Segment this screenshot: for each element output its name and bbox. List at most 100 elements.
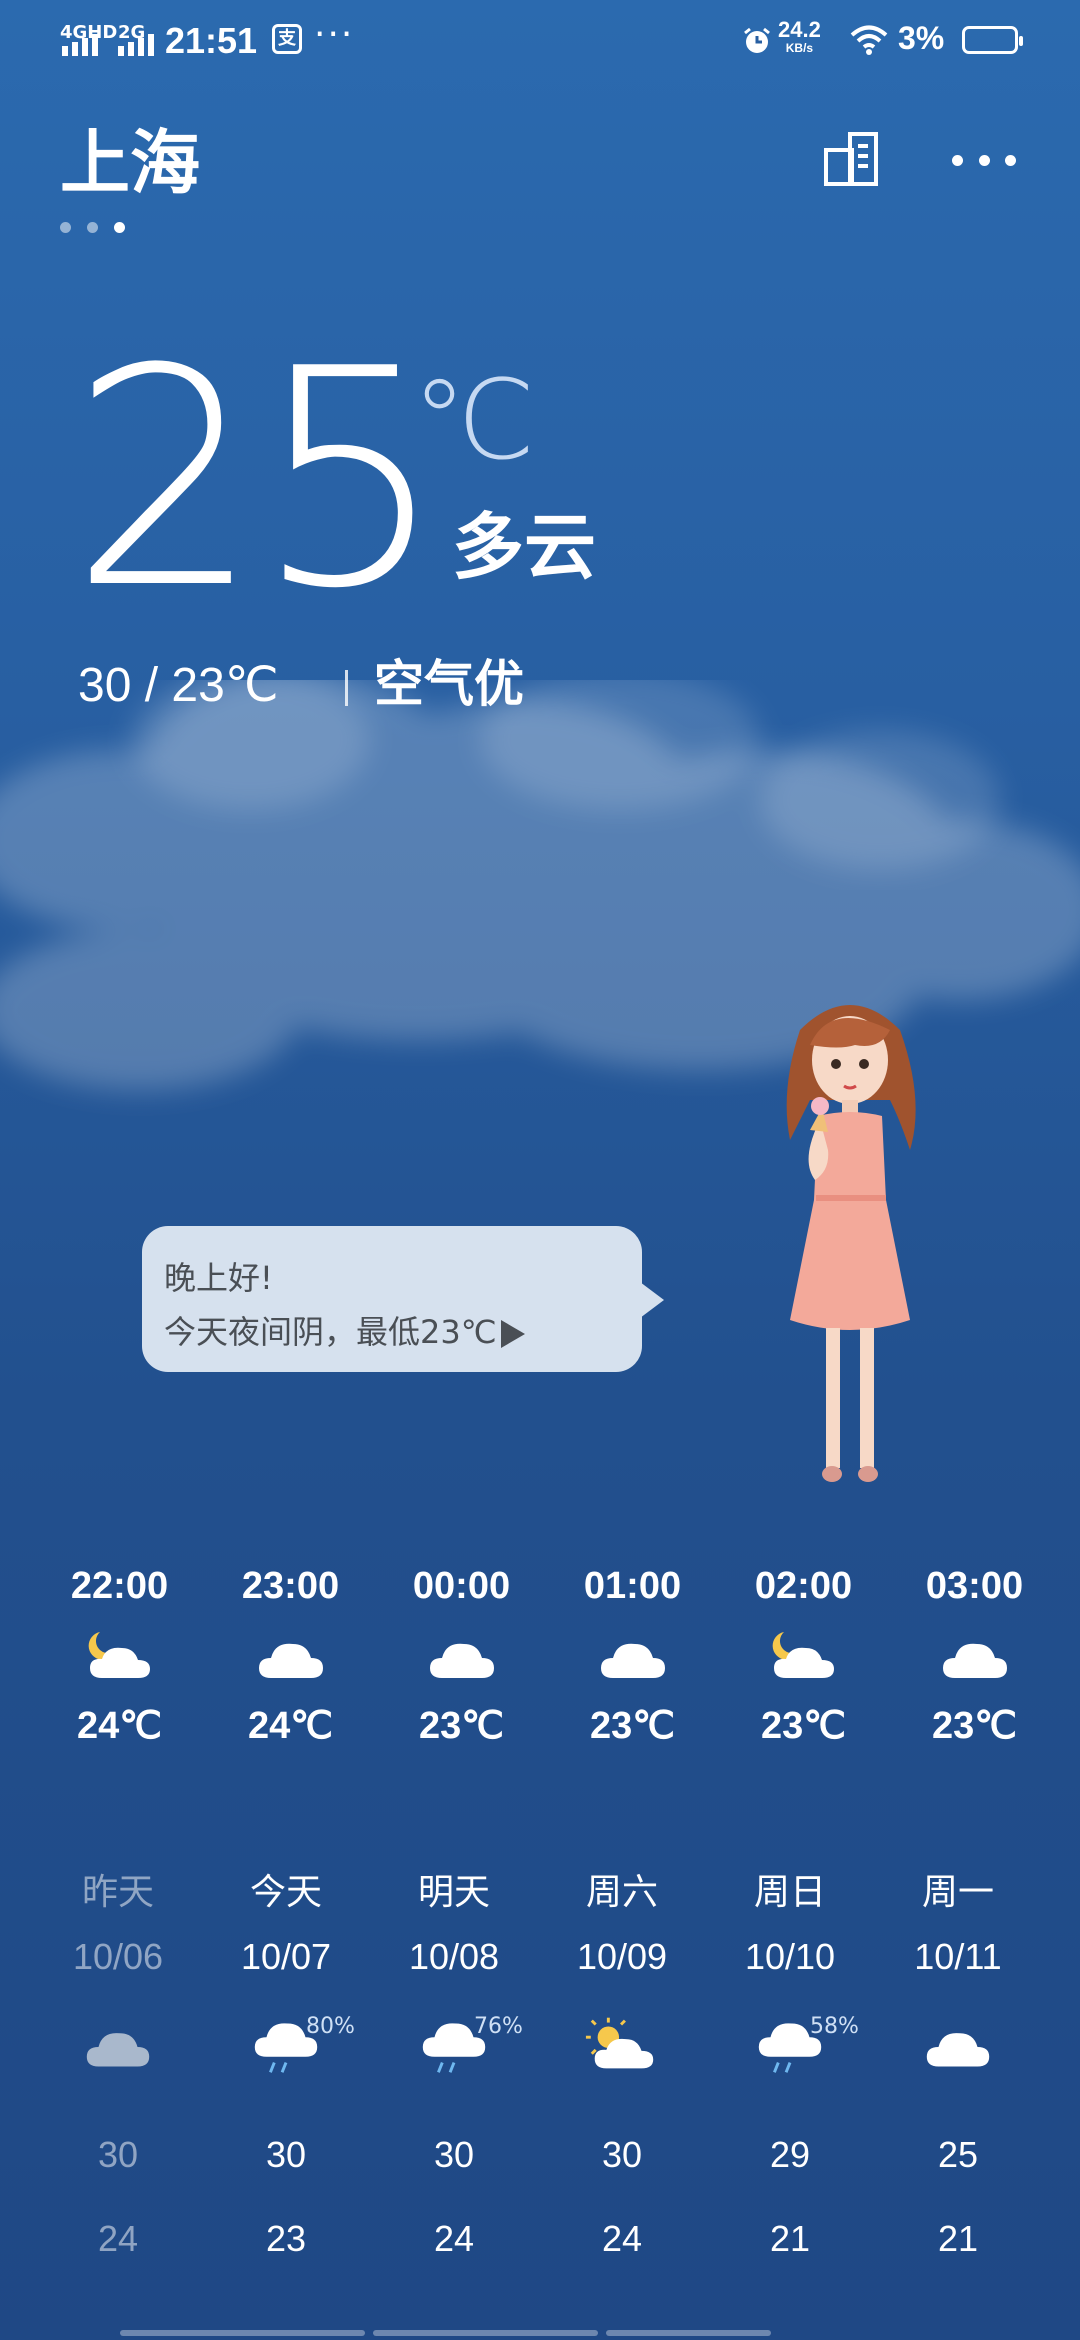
day-name: 昨天 — [81, 1872, 154, 1913]
status-time: 21:51 — [165, 20, 258, 61]
daily-forecast[interactable]: 昨天 10/06 30 24 今天 10/07 80% 30 23 明天 10/… — [34, 1866, 1044, 2266]
hour-temperature: 23℃ — [761, 1705, 846, 1747]
hour-time: 23:00 — [241, 1565, 340, 1607]
daily-item[interactable]: 周六 10/09 30 24 — [538, 1866, 706, 2266]
hour-time: 22:00 — [70, 1565, 169, 1607]
daily-item[interactable]: 周一 10/11 25 21 — [874, 1866, 1042, 2266]
temperature-range: 30 / 23℃ — [78, 659, 279, 712]
battery-percentage: 3% — [898, 20, 945, 56]
hour-time: 01:00 — [583, 1565, 682, 1607]
precipitation-probability: 80% — [306, 2014, 355, 2039]
day-icon-wrap — [874, 2014, 1042, 2098]
day-high: 30 — [433, 2134, 475, 2175]
page-dot — [60, 222, 71, 233]
city-management-icon[interactable] — [820, 128, 884, 192]
hourly-forecast[interactable]: 22:00 24℃ 23:00 24℃ 00:00 23℃ 01:00 23℃ … — [34, 1560, 1076, 1752]
daily-item-today[interactable]: 今天 10/07 80% 30 23 — [202, 1866, 370, 2266]
weather-condition: 多云 — [452, 505, 597, 589]
day-high: 30 — [601, 2134, 643, 2175]
overcast-icon — [86, 2033, 150, 2067]
day-date: 10/06 — [72, 1936, 164, 1977]
day-name: 周一 — [921, 1872, 994, 1913]
day-high: 30 — [265, 2134, 307, 2175]
page-dot-active — [114, 222, 125, 233]
cloudy-icon — [926, 2033, 990, 2067]
hour-time: 02:00 — [754, 1565, 853, 1607]
day-name: 明天 — [417, 1872, 490, 1913]
day-low: 21 — [937, 2218, 979, 2259]
assistant-tip: 今天夜间阴，最低23℃ — [164, 1313, 497, 1351]
assistant-speech-bubble[interactable]: 晚上好! 今天夜间阴，最低23℃ — [142, 1226, 664, 1372]
partly-cloudy-night-icon — [772, 1632, 834, 1678]
day-icon-wrap — [538, 2014, 706, 2098]
daily-item[interactable]: 明天 10/08 76% 30 24 — [370, 1866, 538, 2266]
cloudy-icon — [942, 1643, 1007, 1678]
precipitation-probability: 76% — [474, 2014, 523, 2039]
page-indicator — [60, 222, 125, 233]
daily-item-yesterday[interactable]: 昨天 10/06 30 24 — [34, 1866, 202, 2266]
hour-time: 03:00 — [925, 1565, 1024, 1607]
network-speed-unit: KB/s — [785, 41, 814, 55]
day-low: 24 — [601, 2218, 643, 2259]
hourly-item: 02:00 23℃ — [718, 1560, 889, 1752]
day-name: 周日 — [753, 1872, 826, 1913]
day-icon-wrap: 80% — [202, 2014, 370, 2098]
signal-strength-icon — [62, 34, 98, 56]
precipitation-probability: 58% — [810, 2014, 859, 2039]
more-options-icon[interactable] — [952, 136, 1016, 184]
battery-icon — [962, 26, 1023, 54]
partly-sunny-icon — [585, 2017, 654, 2069]
current-temperature: 25 — [70, 305, 446, 654]
city-name[interactable]: 上海 — [60, 118, 200, 208]
day-date: 10/07 — [240, 1936, 332, 1977]
day-low: 21 — [769, 2218, 811, 2259]
hour-temperature: 23℃ — [590, 1705, 675, 1747]
temperature-unit: ℃ — [412, 356, 536, 484]
day-date: 10/09 — [576, 1936, 668, 1977]
daily-item[interactable]: 周日 10/10 58% 29 21 — [706, 1866, 874, 2266]
temperature-curve-track — [120, 2330, 960, 2336]
day-high: 30 — [97, 2134, 139, 2175]
day-icon-wrap — [34, 2014, 202, 2098]
day-name: 今天 — [249, 1872, 322, 1913]
day-date: 10/08 — [408, 1936, 500, 1977]
hourly-item: 23:00 24℃ — [205, 1560, 376, 1752]
day-low: 23 — [265, 2218, 307, 2259]
cloudy-icon — [600, 1643, 665, 1678]
hour-temperature: 23℃ — [932, 1705, 1017, 1747]
day-date: 10/10 — [744, 1936, 836, 1977]
assistant-greeting: 晚上好! — [164, 1259, 273, 1297]
divider — [345, 670, 348, 706]
page-dot — [87, 222, 98, 233]
day-date: 10/11 — [914, 1936, 1002, 1977]
network-speed: 24.2 KB/s — [778, 17, 821, 55]
alarm-icon — [744, 27, 770, 53]
hourly-item: 22:00 24℃ — [34, 1560, 205, 1752]
play-icon[interactable] — [500, 1320, 525, 1348]
assistant-character[interactable] — [760, 990, 940, 1510]
hour-temperature: 24℃ — [248, 1705, 333, 1747]
hourly-item: 03:00 23℃ — [889, 1560, 1060, 1752]
hour-temperature: 23℃ — [419, 1705, 504, 1747]
wifi-icon — [850, 25, 888, 55]
day-low: 24 — [97, 2218, 139, 2259]
cloudy-icon — [258, 1643, 323, 1678]
hour-temperature: 24℃ — [77, 1705, 162, 1747]
day-high: 29 — [769, 2134, 811, 2175]
hourly-item: 00:00 23℃ — [376, 1560, 547, 1752]
status-bar: 4GHD 2G 21:51 支 ··· 24.2 KB/s 3% — [0, 0, 1080, 84]
day-icon-wrap: 58% — [706, 2014, 874, 2098]
network-speed-value: 24.2 — [778, 17, 821, 42]
day-icon-wrap: 76% — [370, 2014, 538, 2098]
day-name: 周六 — [585, 1872, 658, 1913]
signal-strength-icon-2 — [118, 34, 154, 56]
partly-cloudy-night-icon — [88, 1632, 150, 1678]
air-quality[interactable]: 空气优 — [374, 652, 524, 716]
hourly-item: 01:00 23℃ — [547, 1560, 718, 1752]
more-notifications-icon: ··· — [314, 14, 355, 55]
payment-notification-icon: 支 — [272, 24, 302, 54]
day-high: 25 — [937, 2134, 979, 2175]
day-low: 24 — [433, 2218, 475, 2259]
cloudy-icon — [429, 1643, 494, 1678]
weather-screen: 4GHD 2G 21:51 支 ··· 24.2 KB/s 3% 上海 25 ℃… — [0, 0, 1080, 2340]
